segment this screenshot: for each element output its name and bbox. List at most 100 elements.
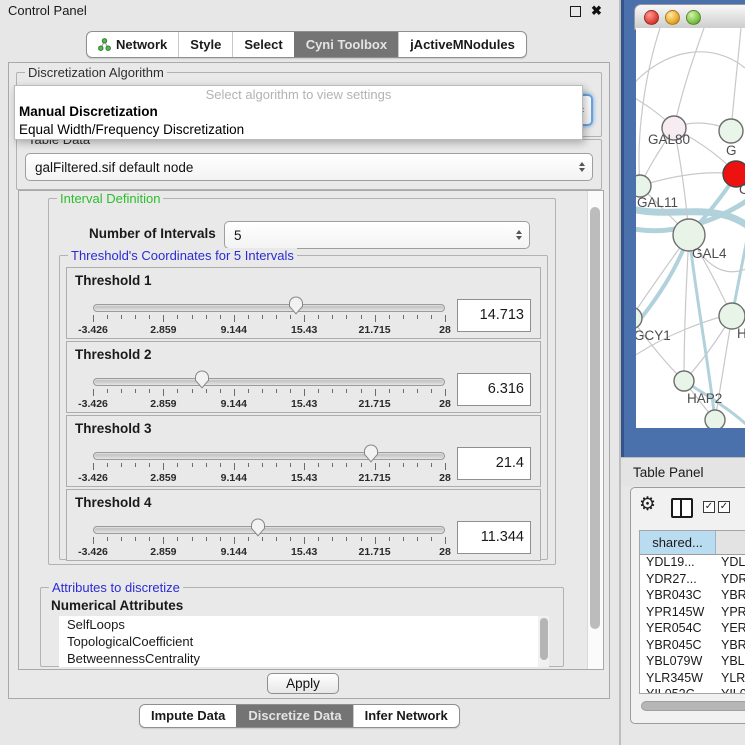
- interval-definition-group: Interval Definition Number of Intervals …: [48, 198, 556, 565]
- column-header-name[interactable]: n: [716, 531, 745, 554]
- tick-label: -3.426: [78, 472, 108, 484]
- slider-track[interactable]: [93, 452, 445, 460]
- threshold-slider[interactable]: -3.4262.8599.14415.4321.71528: [93, 298, 445, 336]
- cell-name: YBR0: [716, 588, 745, 605]
- cell-shared-name: YLR345W: [640, 671, 716, 688]
- cell-name: YLR3: [716, 671, 745, 688]
- tab-cyni-toolbox[interactable]: Cyni Toolbox: [294, 32, 398, 57]
- dropdown-option-manual-discretization[interactable]: Manual Discretization: [15, 103, 582, 121]
- spinner-arrows-icon: [579, 162, 585, 172]
- slider-thumb[interactable]: [364, 444, 379, 463]
- threshold-row-4: Threshold 4 -3.4262.8599.14415.4321.7152…: [66, 489, 541, 561]
- dropdown-option-equal-width-frequency[interactable]: Equal Width/Frequency Discretization: [15, 121, 582, 139]
- slider-ticks: [93, 537, 445, 545]
- apply-button[interactable]: Apply: [267, 673, 339, 694]
- network-canvas[interactable]: GAL80GCGAL11GAL4GCY1HHAP2: [636, 28, 745, 428]
- scrollbar-thumb[interactable]: [540, 618, 548, 660]
- network-node-gal11[interactable]: [636, 175, 651, 197]
- float-window-icon[interactable]: [570, 6, 581, 17]
- num-intervals-value: 5: [234, 228, 242, 243]
- threshold-slider[interactable]: -3.4262.8599.14415.4321.71528: [93, 446, 445, 484]
- column-header-shared-name[interactable]: shared...: [640, 531, 716, 554]
- tick-label: 21.715: [359, 472, 391, 484]
- cell-shared-name: YDR27...: [640, 572, 716, 589]
- threshold-slider[interactable]: -3.4262.8599.14415.4321.71528: [93, 520, 445, 558]
- slider-thumb[interactable]: [251, 518, 266, 537]
- table-row[interactable]: YDL19...YDL1: [640, 555, 745, 572]
- minimize-traffic-light-icon[interactable]: [665, 10, 680, 25]
- slider-ticks: [93, 463, 445, 471]
- threshold-row-1: Threshold 1 -3.4262.8599.14415.4321.7152…: [66, 267, 541, 339]
- group-label-attributes: Attributes to discretize: [49, 580, 183, 595]
- tab-infer-network[interactable]: Infer Network: [353, 705, 459, 727]
- slider-thumb[interactable]: [289, 296, 304, 315]
- node-label-top-right: G: [726, 143, 737, 158]
- tick-label: 2.859: [150, 546, 176, 558]
- table-row[interactable]: YLR345WYLR3: [640, 671, 745, 688]
- slider-track[interactable]: [93, 378, 445, 386]
- network-node-top-right[interactable]: [719, 119, 743, 143]
- slider-thumb[interactable]: [195, 370, 210, 389]
- bottom-tab-bar: Impute Data Discretize DataInfer Network: [139, 704, 460, 728]
- table-row[interactable]: YBR043CYBR0: [640, 588, 745, 605]
- tab-impute-data[interactable]: Impute Data: [140, 705, 236, 727]
- slider-track[interactable]: [93, 304, 445, 312]
- table-body: YDL19...YDL1YDR27...YDR2YBR043CYBR0YPR14…: [640, 555, 745, 694]
- threshold-value-field[interactable]: 21.4: [457, 447, 531, 480]
- cyni-toolbox-panel: Discretization Algorithm Table Data galF…: [8, 62, 610, 699]
- slider-ticks: [93, 315, 445, 323]
- network-node-gcy1[interactable]: [636, 307, 642, 329]
- tick-label: 2.859: [150, 324, 176, 336]
- table-data-combobox[interactable]: galFiltered.sif default node: [25, 153, 593, 181]
- tab-network[interactable]: Network: [87, 32, 178, 57]
- network-window-titlebar[interactable]: [634, 4, 745, 30]
- tab-style[interactable]: Style: [178, 32, 232, 57]
- table-row[interactable]: YPR145WYPR1: [640, 605, 745, 622]
- tab-select[interactable]: Select: [232, 32, 293, 57]
- close-traffic-light-icon[interactable]: [644, 10, 659, 25]
- close-icon[interactable]: ✖: [591, 3, 602, 19]
- attribute-item[interactable]: SelfLoops: [59, 616, 549, 633]
- scrollbar-thumb[interactable]: [641, 701, 745, 711]
- tick-label: -3.426: [78, 546, 108, 558]
- tick-label: 28: [439, 324, 451, 336]
- list-scrollbar[interactable]: [538, 616, 549, 667]
- checkbox-icon[interactable]: ✓: [703, 501, 715, 513]
- tab-jactivemnodules[interactable]: jActiveMNodules: [398, 32, 526, 57]
- zoom-traffic-light-icon[interactable]: [686, 10, 701, 25]
- tab-discretize-data[interactable]: Discretize Data: [236, 705, 352, 727]
- horizontal-scrollbar[interactable]: [639, 700, 745, 711]
- numerical-attributes-list[interactable]: SelfLoopsTopologicalCoefficientBetweenne…: [59, 616, 549, 667]
- table-row[interactable]: YIL052CYIL0: [640, 687, 745, 694]
- checkbox-icon[interactable]: ✓: [718, 501, 730, 513]
- tick-label: 28: [439, 472, 451, 484]
- threshold-slider[interactable]: -3.4262.8599.14415.4321.71528: [93, 372, 445, 410]
- network-node-bottom-node[interactable]: [705, 410, 725, 428]
- scrollbar-thumb[interactable]: [590, 207, 600, 629]
- group-label-thresholds: Threshold's Coordinates for 5 Intervals: [68, 248, 297, 263]
- table-data-group: Table Data galFiltered.sif default node: [16, 139, 602, 190]
- table-row[interactable]: YBR045CYBR0: [640, 638, 745, 655]
- attribute-item[interactable]: TopologicalCoefficient: [59, 633, 549, 650]
- table-row[interactable]: YBL079WYBL0: [640, 654, 745, 671]
- slider-tick-labels: -3.4262.8599.14415.4321.71528: [93, 546, 445, 558]
- threshold-value-field[interactable]: 11.344: [457, 521, 531, 554]
- tab-label: Impute Data: [151, 705, 225, 727]
- attribute-item[interactable]: BetweennessCentrality: [59, 650, 549, 667]
- slider-track[interactable]: [93, 526, 445, 534]
- threshold-value-field[interactable]: 6.316: [457, 373, 531, 406]
- tick-label: 2.859: [150, 398, 176, 410]
- num-intervals-combobox[interactable]: 5: [224, 221, 530, 249]
- table-row[interactable]: YDR27...YDR2: [640, 572, 745, 589]
- vertical-scrollbar[interactable]: [587, 191, 603, 669]
- table-row[interactable]: YER054CYER0: [640, 621, 745, 638]
- attributes-group: Attributes to discretize Numerical Attri…: [40, 587, 564, 667]
- attribute-items: SelfLoopsTopologicalCoefficientBetweenne…: [59, 616, 549, 667]
- node-label-gcy1: GCY1: [636, 328, 671, 343]
- threshold-value-field[interactable]: 14.713: [457, 299, 531, 332]
- tick-label: 9.144: [221, 398, 247, 410]
- gear-icon[interactable]: ⚙: [639, 493, 656, 517]
- cell-name: YIL0: [716, 687, 745, 694]
- network-node-hap2[interactable]: [674, 371, 694, 391]
- split-pane-icon[interactable]: [671, 498, 693, 518]
